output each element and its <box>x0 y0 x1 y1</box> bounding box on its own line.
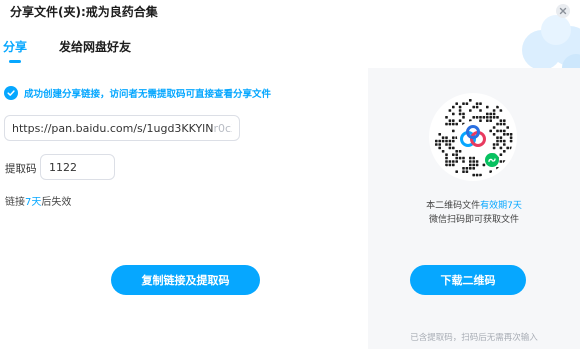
baidu-netdisk-logo <box>460 125 486 147</box>
share-link-value[interactable]: https://pan.baidu.com/s/1ugd3KKYlNr0cX <box>12 122 232 135</box>
tab-send-to-friend[interactable]: 发给网盘好友 <box>59 38 131 55</box>
share-panel: 成功创建分享链接，访问者无需提取码可直接查看分享文件 https://pan.b… <box>0 68 368 349</box>
link-expiry-text: 链接7天后失效 <box>5 197 72 208</box>
download-qr-button[interactable]: 下载二维码 <box>410 265 526 295</box>
success-text: 成功创建分享链接，访问者无需提取码可直接查看分享文件 <box>24 89 272 100</box>
close-icon[interactable] <box>556 3 570 18</box>
dialog-header: 分享文件(夹):戒为良药合集 分享 发给网盘好友 <box>0 0 580 68</box>
copy-link-and-code-button[interactable]: 复制链接及提取码 <box>111 265 260 295</box>
share-link-overflow: r0cX <box>213 121 232 135</box>
active-tab-indicator <box>9 60 21 63</box>
qr-code <box>429 93 517 181</box>
qr-note: 已含提取码，扫码后无需再次输入 <box>410 333 538 343</box>
dialog-title: 分享文件(夹):戒为良药合集 <box>10 5 158 19</box>
extraction-code-field[interactable]: 1122 <box>40 154 115 180</box>
share-link-field[interactable]: https://pan.baidu.com/s/1ugd3KKYlNr0cX <box>4 115 240 141</box>
qr-caption-line2: 微信扫码即可获取文件 <box>428 215 519 225</box>
success-message: 成功创建分享链接，访问者无需提取码可直接查看分享文件 <box>4 86 271 100</box>
qr-panel: 本二维码文件有效期7天 微信扫码即可获取文件 下载二维码 已含提取码，扫码后无需… <box>368 68 580 349</box>
check-circle-icon <box>4 86 18 100</box>
qr-caption-line1: 本二维码文件有效期7天 <box>426 201 522 211</box>
wechat-miniprogram-icon <box>485 153 499 167</box>
tab-share[interactable]: 分享 <box>3 38 27 55</box>
extraction-code-label: 提取码 <box>5 163 37 175</box>
